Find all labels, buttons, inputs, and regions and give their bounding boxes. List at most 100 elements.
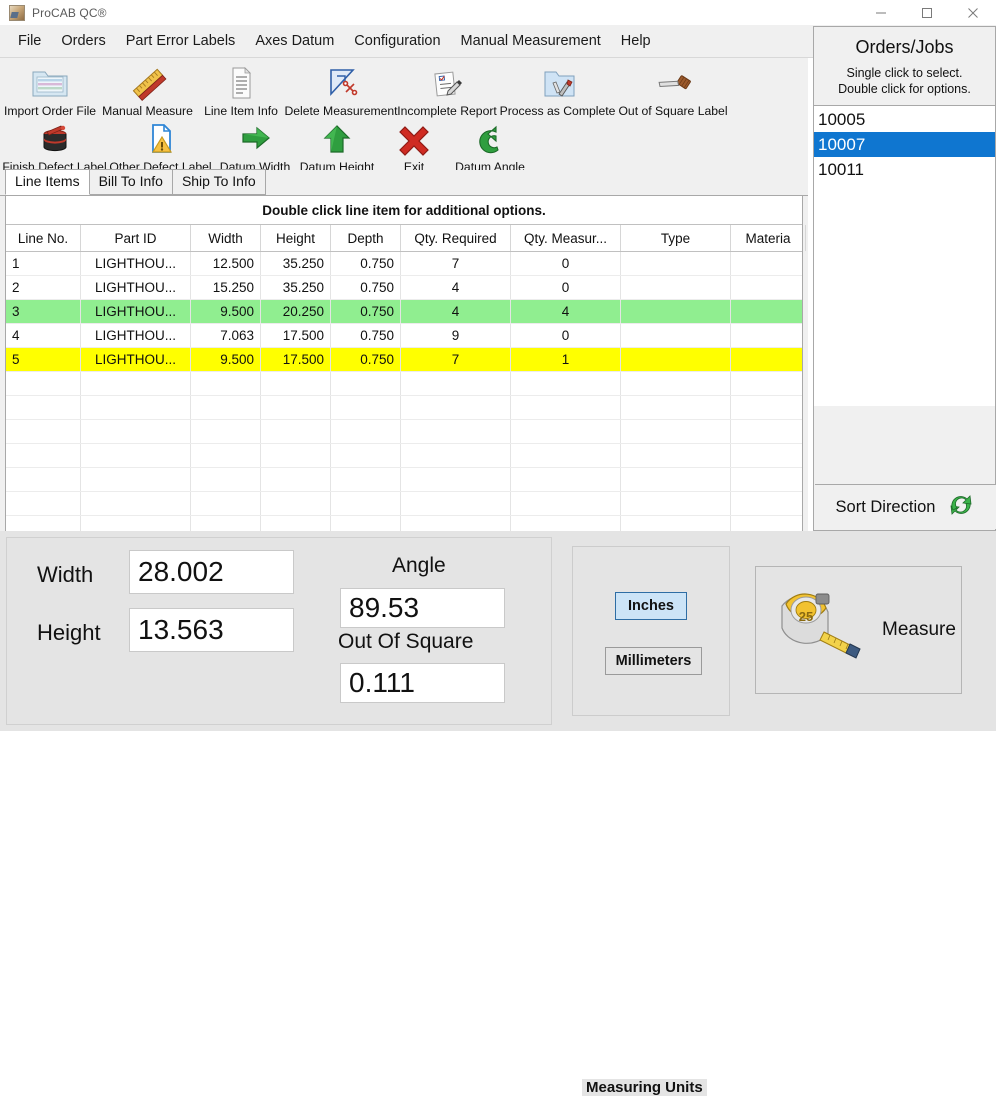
grid-column-header[interactable]: Materia <box>731 225 806 251</box>
main-pane: Import Order File Manual Measure Line It… <box>0 58 808 586</box>
table-cell-empty <box>191 396 261 419</box>
table-cell-empty <box>621 396 731 419</box>
width-value-field[interactable]: 28.002 <box>129 550 294 594</box>
table-cell: 0.750 <box>331 324 401 347</box>
table-cell-empty <box>6 396 81 419</box>
table-row[interactable]: 1 LIGHTHOU... 12.500 35.250 0.750 7 0 <box>6 252 802 276</box>
refresh-circular-icon[interactable] <box>947 491 975 524</box>
grid-column-header[interactable]: Width <box>191 225 261 251</box>
toolbar-label: Out of Square Label <box>618 104 728 118</box>
table-row[interactable]: 3 LIGHTHOU... 9.500 20.250 0.750 4 4 <box>6 300 802 324</box>
folder-tools-icon <box>538 62 578 102</box>
table-row-empty[interactable] <box>6 420 802 444</box>
table-row-empty[interactable] <box>6 372 802 396</box>
table-row-empty[interactable] <box>6 444 802 468</box>
table-cell-empty <box>331 492 401 515</box>
table-cell-empty <box>621 468 731 491</box>
menu-manual-measurement[interactable]: Manual Measurement <box>451 29 611 53</box>
grid-column-header[interactable]: Type <box>621 225 731 251</box>
table-cell-empty <box>511 468 621 491</box>
measuring-units-group: Inches Millimeters <box>572 546 730 716</box>
units-millimeters-button[interactable]: Millimeters <box>605 647 702 675</box>
table-cell: 1 <box>511 348 621 371</box>
order-list-item[interactable]: 10007 <box>814 132 995 157</box>
toolbar-label: Line Item Info <box>204 104 278 118</box>
table-cell: 9.500 <box>191 300 261 323</box>
menu-file[interactable]: File <box>8 29 51 53</box>
table-cell-empty <box>191 420 261 443</box>
table-cell-empty <box>191 372 261 395</box>
order-list-item[interactable]: 10011 <box>814 157 995 182</box>
menu-part-error-labels[interactable]: Part Error Labels <box>116 29 246 53</box>
minimize-button[interactable] <box>858 0 904 25</box>
toolbar-line-item-info[interactable]: Line Item Info <box>196 62 286 118</box>
orders-list[interactable]: 10005 10007 10011 <box>814 106 995 406</box>
tab-ship-to-info[interactable]: Ship To Info <box>171 169 266 195</box>
table-row-empty[interactable] <box>6 492 802 516</box>
table-row[interactable]: 2 LIGHTHOU... 15.250 35.250 0.750 4 0 <box>6 276 802 300</box>
close-button[interactable] <box>950 0 996 25</box>
line-items-panel: Double click line item for additional op… <box>5 196 806 586</box>
angle-label: Angle <box>392 554 446 577</box>
grid-column-header[interactable]: Line No. <box>6 225 81 251</box>
table-row[interactable]: 5 LIGHTHOU... 9.500 17.500 0.750 7 1 <box>6 348 802 372</box>
units-inches-button[interactable]: Inches <box>615 592 687 620</box>
grid-column-header[interactable]: Part ID <box>81 225 191 251</box>
toolbar-import-order-file[interactable]: Import Order File <box>4 62 96 118</box>
table-cell: 7 <box>401 252 511 275</box>
table-row[interactable]: 4 LIGHTHOU... 7.063 17.500 0.750 9 0 <box>6 324 802 348</box>
sidebar-subtitle-line2: Double click for options. <box>838 82 971 96</box>
tab-bill-to-info[interactable]: Bill To Info <box>88 169 173 195</box>
toolbar-finish-defect-label[interactable]: Finish Defect Label <box>2 118 107 174</box>
table-cell-empty <box>731 444 802 467</box>
table-cell: 12.500 <box>191 252 261 275</box>
toolbar-incomplete-report[interactable]: Incomplete Report <box>396 62 498 118</box>
toolbar-manual-measure[interactable]: Manual Measure <box>100 62 195 118</box>
table-cell: LIGHTHOU... <box>81 324 191 347</box>
tab-line-items[interactable]: Line Items <box>5 169 90 195</box>
document-icon <box>221 62 261 102</box>
toolbar-datum-angle[interactable]: Datum Angle <box>447 118 533 174</box>
order-list-item[interactable]: 10005 <box>814 107 995 132</box>
table-cell: LIGHTHOU... <box>81 276 191 299</box>
table-cell-empty <box>6 444 81 467</box>
table-row-empty[interactable] <box>6 396 802 420</box>
table-cell-empty <box>401 396 511 419</box>
table-cell: LIGHTHOU... <box>81 252 191 275</box>
grid-column-header[interactable]: Qty. Required <box>401 225 511 251</box>
menu-help[interactable]: Help <box>611 29 661 53</box>
table-cell-empty <box>401 372 511 395</box>
grid-column-header[interactable]: Depth <box>331 225 401 251</box>
out-of-square-value-field[interactable]: 0.111 <box>340 663 505 703</box>
sort-direction-button[interactable]: Sort Direction <box>815 484 996 529</box>
grid-column-header[interactable]: Height <box>261 225 331 251</box>
toolbar: Import Order File Manual Measure Line It… <box>0 58 808 174</box>
table-row-empty[interactable] <box>6 468 802 492</box>
toolbar-other-defect-label[interactable]: Other Defect Label <box>108 118 213 174</box>
menu-orders[interactable]: Orders <box>51 29 115 53</box>
table-cell <box>731 324 802 347</box>
toolbar-process-as-complete[interactable]: Process as Complete <box>500 62 615 118</box>
table-cell-empty <box>511 444 621 467</box>
table-cell-empty <box>261 420 331 443</box>
table-cell-empty <box>511 372 621 395</box>
menu-axes-datum[interactable]: Axes Datum <box>245 29 344 53</box>
measure-button[interactable]: 25 Measure <box>755 566 962 694</box>
toolbar-datum-height[interactable]: Datum Height <box>296 118 378 174</box>
table-cell: 9 <box>401 324 511 347</box>
toolbar-exit[interactable]: Exit <box>383 118 445 174</box>
height-value-field[interactable]: 13.563 <box>129 608 294 652</box>
ruler-icon <box>128 62 168 102</box>
table-cell: 17.500 <box>261 348 331 371</box>
grid-column-header[interactable]: Qty. Measur... <box>511 225 621 251</box>
maximize-button[interactable] <box>904 0 950 25</box>
toolbar-datum-width[interactable]: Datum Width <box>215 118 295 174</box>
table-cell: 0 <box>511 324 621 347</box>
menu-configuration[interactable]: Configuration <box>344 29 450 53</box>
toolbar-delete-measurement[interactable]: Delete Measurement <box>284 62 398 118</box>
table-cell-empty <box>261 372 331 395</box>
table-cell <box>621 252 731 275</box>
toolbar-out-of-square-label[interactable]: Out of Square Label <box>617 62 729 118</box>
window-controls <box>858 0 996 25</box>
angle-value-field[interactable]: 89.53 <box>340 588 505 628</box>
